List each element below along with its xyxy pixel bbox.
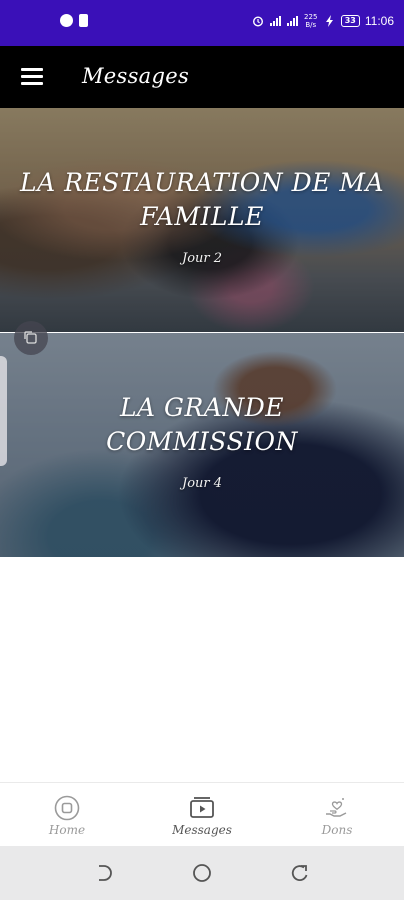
message-card[interactable]: LA RESTAURATION DE MA FAMILLE Jour 2 <box>0 108 404 332</box>
message-card[interactable]: LA GRANDE COMMISSION Jour 4 <box>0 333 404 557</box>
back-icon[interactable] <box>93 863 113 883</box>
notification-icons <box>60 14 88 27</box>
page-title: Messages <box>82 64 190 88</box>
nav-item-home[interactable]: Home <box>0 783 134 847</box>
bottom-navigation: Home Messages Dons <box>0 782 404 847</box>
network-speed: 225 B/s <box>304 13 318 29</box>
system-navigation-bar <box>0 846 404 900</box>
alarm-icon <box>252 16 263 27</box>
app-notification-icon <box>60 14 73 27</box>
sim-notification-icon <box>79 14 88 27</box>
nav-item-dons[interactable]: Dons <box>270 783 404 847</box>
floating-share-icon[interactable] <box>14 321 48 355</box>
battery-indicator: 33 <box>340 15 360 27</box>
clock: 11:06 <box>364 14 394 28</box>
nav-label-home: Home <box>48 823 86 837</box>
nav-item-messages[interactable]: Messages <box>135 783 269 847</box>
message-day: Jour 2 <box>181 251 223 266</box>
video-play-icon <box>190 797 214 818</box>
hamburger-menu-icon[interactable] <box>21 68 43 86</box>
charging-icon <box>325 15 333 27</box>
system-status-icons: 225 B/s 33 11:06 <box>252 13 394 29</box>
status-bar: 225 B/s 33 11:06 <box>0 0 404 46</box>
signal-2-icon <box>286 16 298 26</box>
share-icon <box>24 331 37 344</box>
side-edge-handle[interactable] <box>0 356 7 466</box>
home-button-icon[interactable] <box>192 863 212 883</box>
donation-hand-icon <box>326 798 347 817</box>
app-bar: Messages <box>0 46 404 108</box>
recents-icon[interactable] <box>290 863 310 883</box>
message-title: LA RESTAURATION DE MA FAMILLE <box>20 168 385 231</box>
nav-label-messages: Messages <box>172 823 232 837</box>
message-title: LA GRANDE COMMISSION <box>106 393 298 456</box>
home-circle-icon <box>54 795 80 821</box>
signal-icon <box>269 16 281 26</box>
message-day: Jour 4 <box>181 476 223 491</box>
nav-label-dons: Dons <box>321 823 353 837</box>
